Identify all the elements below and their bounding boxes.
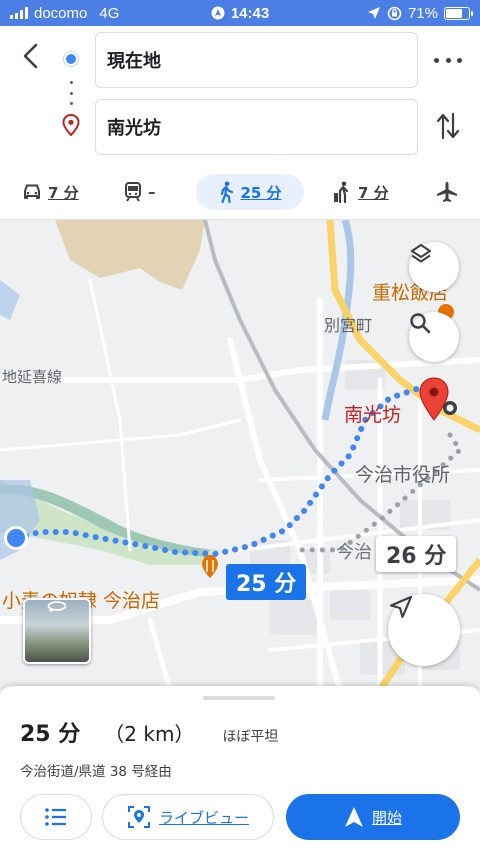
swap-button[interactable] bbox=[436, 111, 460, 145]
route-distance: （2 km） bbox=[104, 722, 195, 746]
walking-icon bbox=[221, 181, 234, 203]
tab-driving[interactable]: 7 分 bbox=[10, 174, 91, 210]
steps-button[interactable] bbox=[20, 794, 92, 840]
battery-icon bbox=[444, 6, 473, 20]
search-along-route-button[interactable] bbox=[409, 312, 459, 362]
live-view-icon bbox=[127, 806, 150, 828]
origin-field[interactable]: 現在地 bbox=[95, 32, 418, 88]
route-summary-sheet[interactable]: 25 分 （2 km） ほぼ平坦 今治街道/県道 38 号経由 ライブビュー 開… bbox=[0, 686, 480, 854]
battery-percent: 71% bbox=[407, 4, 438, 22]
destination-text: 南光坊 bbox=[107, 118, 161, 139]
travel-mode-tabs: 7 分 – 25 分 7 分 bbox=[0, 166, 480, 218]
network-type: 4G bbox=[99, 4, 120, 22]
map-label-enki-line: 地延喜線 bbox=[2, 368, 63, 386]
directions-header: 現在地 南光坊 7 分 – 25 分 7 分 bbox=[0, 26, 480, 220]
start-arrow-icon bbox=[344, 807, 363, 827]
map-label-beguchi: 別宮町 bbox=[324, 316, 373, 335]
tab-walking[interactable]: 25 分 bbox=[196, 174, 304, 210]
car-icon bbox=[24, 184, 40, 199]
map-label-city-hall[interactable]: 今治市役所 bbox=[355, 460, 450, 487]
route-terrain: ほぼ平坦 bbox=[222, 729, 279, 745]
tab-flights[interactable] bbox=[424, 174, 470, 210]
route-duration: 25 分 bbox=[20, 722, 81, 747]
tab-ride-hailing[interactable]: 7 分 bbox=[320, 174, 401, 210]
navigation-arrow-icon bbox=[389, 595, 413, 619]
rotation-lock-icon bbox=[387, 6, 402, 20]
signal-icon bbox=[10, 7, 28, 19]
start-label: 開始 bbox=[371, 808, 402, 827]
destination-pin-icon bbox=[62, 114, 80, 136]
more-options-button[interactable] bbox=[434, 52, 462, 68]
status-bar: docomo 4G 14:43 71% bbox=[0, 0, 480, 26]
route-summary: 25 分 （2 km） ほぼ平坦 bbox=[20, 716, 278, 748]
my-location-button[interactable] bbox=[388, 594, 460, 666]
layers-button[interactable] bbox=[409, 242, 459, 292]
alt-route-time-badge[interactable]: 26 分 bbox=[376, 536, 457, 572]
status-time: 14:43 bbox=[230, 4, 270, 22]
ride-hailing-icon bbox=[334, 181, 349, 203]
train-icon bbox=[125, 182, 141, 202]
location-lock-icon bbox=[211, 6, 225, 20]
back-button[interactable] bbox=[14, 40, 46, 72]
swap-icon bbox=[436, 112, 460, 140]
route-dots-icon bbox=[70, 81, 73, 105]
street-view-thumbnail[interactable] bbox=[23, 598, 91, 664]
route-via: 今治街道/県道 38 号経由 bbox=[20, 764, 172, 780]
airplane-icon bbox=[437, 182, 457, 202]
map-view[interactable]: 重松飯店 別宮町 地延喜線 南光坊 今治市役所 今治 小麦の奴隷 今治店 25 … bbox=[0, 220, 480, 690]
origin-dot-icon bbox=[64, 52, 78, 66]
search-icon bbox=[410, 313, 431, 334]
route-time-badge[interactable]: 25 分 bbox=[226, 564, 307, 600]
walking-time: 25 分 bbox=[240, 183, 282, 202]
map-label-destination[interactable]: 南光坊 bbox=[344, 400, 401, 427]
origin-text: 現在地 bbox=[107, 51, 161, 72]
map-label-imabari: 今治 bbox=[336, 542, 372, 563]
layers-icon bbox=[411, 244, 431, 263]
location-arrow-icon bbox=[367, 7, 380, 19]
sheet-handle[interactable] bbox=[203, 696, 275, 700]
live-view-button[interactable]: ライブビュー bbox=[102, 794, 274, 840]
list-icon bbox=[45, 808, 66, 826]
ride-time: 7 分 bbox=[358, 183, 389, 202]
destination-field[interactable]: 南光坊 bbox=[95, 99, 418, 155]
transit-time: – bbox=[148, 183, 156, 201]
back-arrow-icon bbox=[23, 43, 38, 69]
start-navigation-button[interactable]: 開始 bbox=[286, 794, 460, 840]
carrier-name: docomo bbox=[34, 4, 88, 22]
rotate-360-icon bbox=[47, 601, 67, 612]
driving-time: 7 分 bbox=[48, 183, 79, 202]
tab-transit[interactable]: – bbox=[112, 174, 168, 210]
live-view-label: ライブビュー bbox=[158, 808, 249, 827]
